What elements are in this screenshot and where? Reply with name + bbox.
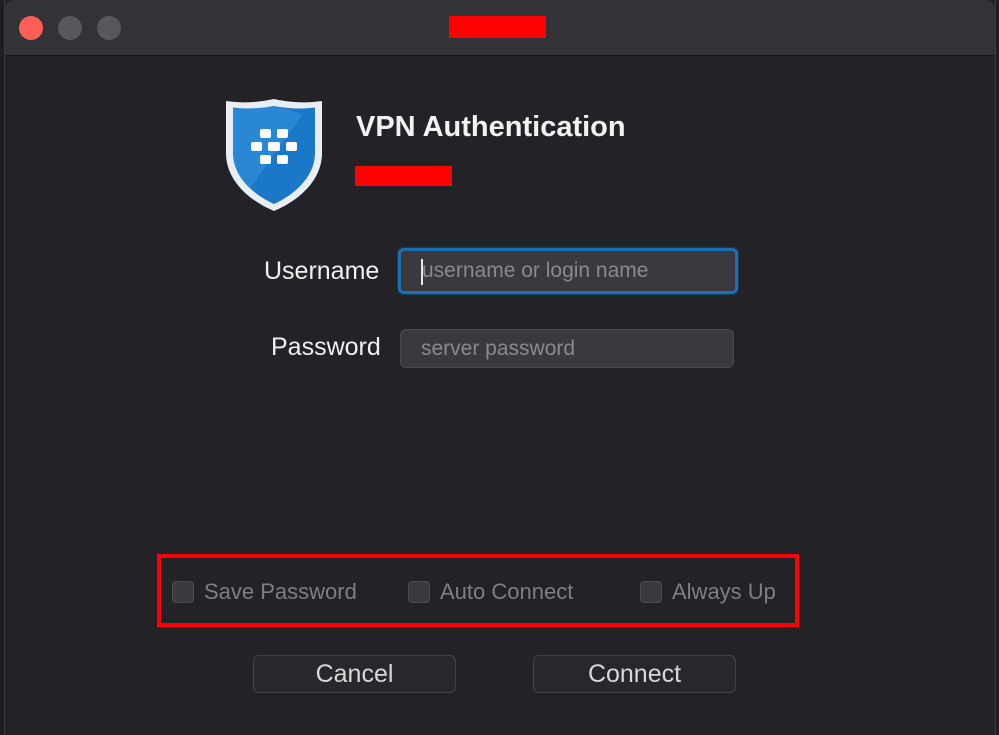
text-caret [421, 259, 423, 285]
window-title-redaction [449, 16, 546, 38]
username-input[interactable] [398, 248, 738, 294]
password-input[interactable] [400, 329, 734, 368]
always-up-checkbox[interactable] [640, 581, 662, 603]
always-up-option[interactable]: Always Up [640, 578, 776, 606]
auto-connect-option[interactable]: Auto Connect [408, 578, 573, 606]
app-title: VPN Authentication [356, 111, 626, 143]
connection-name-redaction [355, 166, 452, 186]
minimize-window-button[interactable] [58, 16, 82, 40]
close-window-button[interactable] [19, 16, 43, 40]
save-password-label: Save Password [204, 579, 357, 604]
save-password-checkbox[interactable] [172, 581, 194, 603]
shield-logo-icon [222, 97, 326, 213]
maximize-window-button[interactable] [97, 16, 121, 40]
auto-connect-checkbox[interactable] [408, 581, 430, 603]
username-label: Username [264, 257, 380, 285]
password-label: Password [271, 333, 381, 361]
always-up-label: Always Up [672, 579, 776, 604]
save-password-option[interactable]: Save Password [172, 578, 357, 606]
connect-button[interactable]: Connect [533, 655, 736, 693]
cancel-button[interactable]: Cancel [253, 655, 456, 693]
auto-connect-label: Auto Connect [440, 579, 574, 604]
